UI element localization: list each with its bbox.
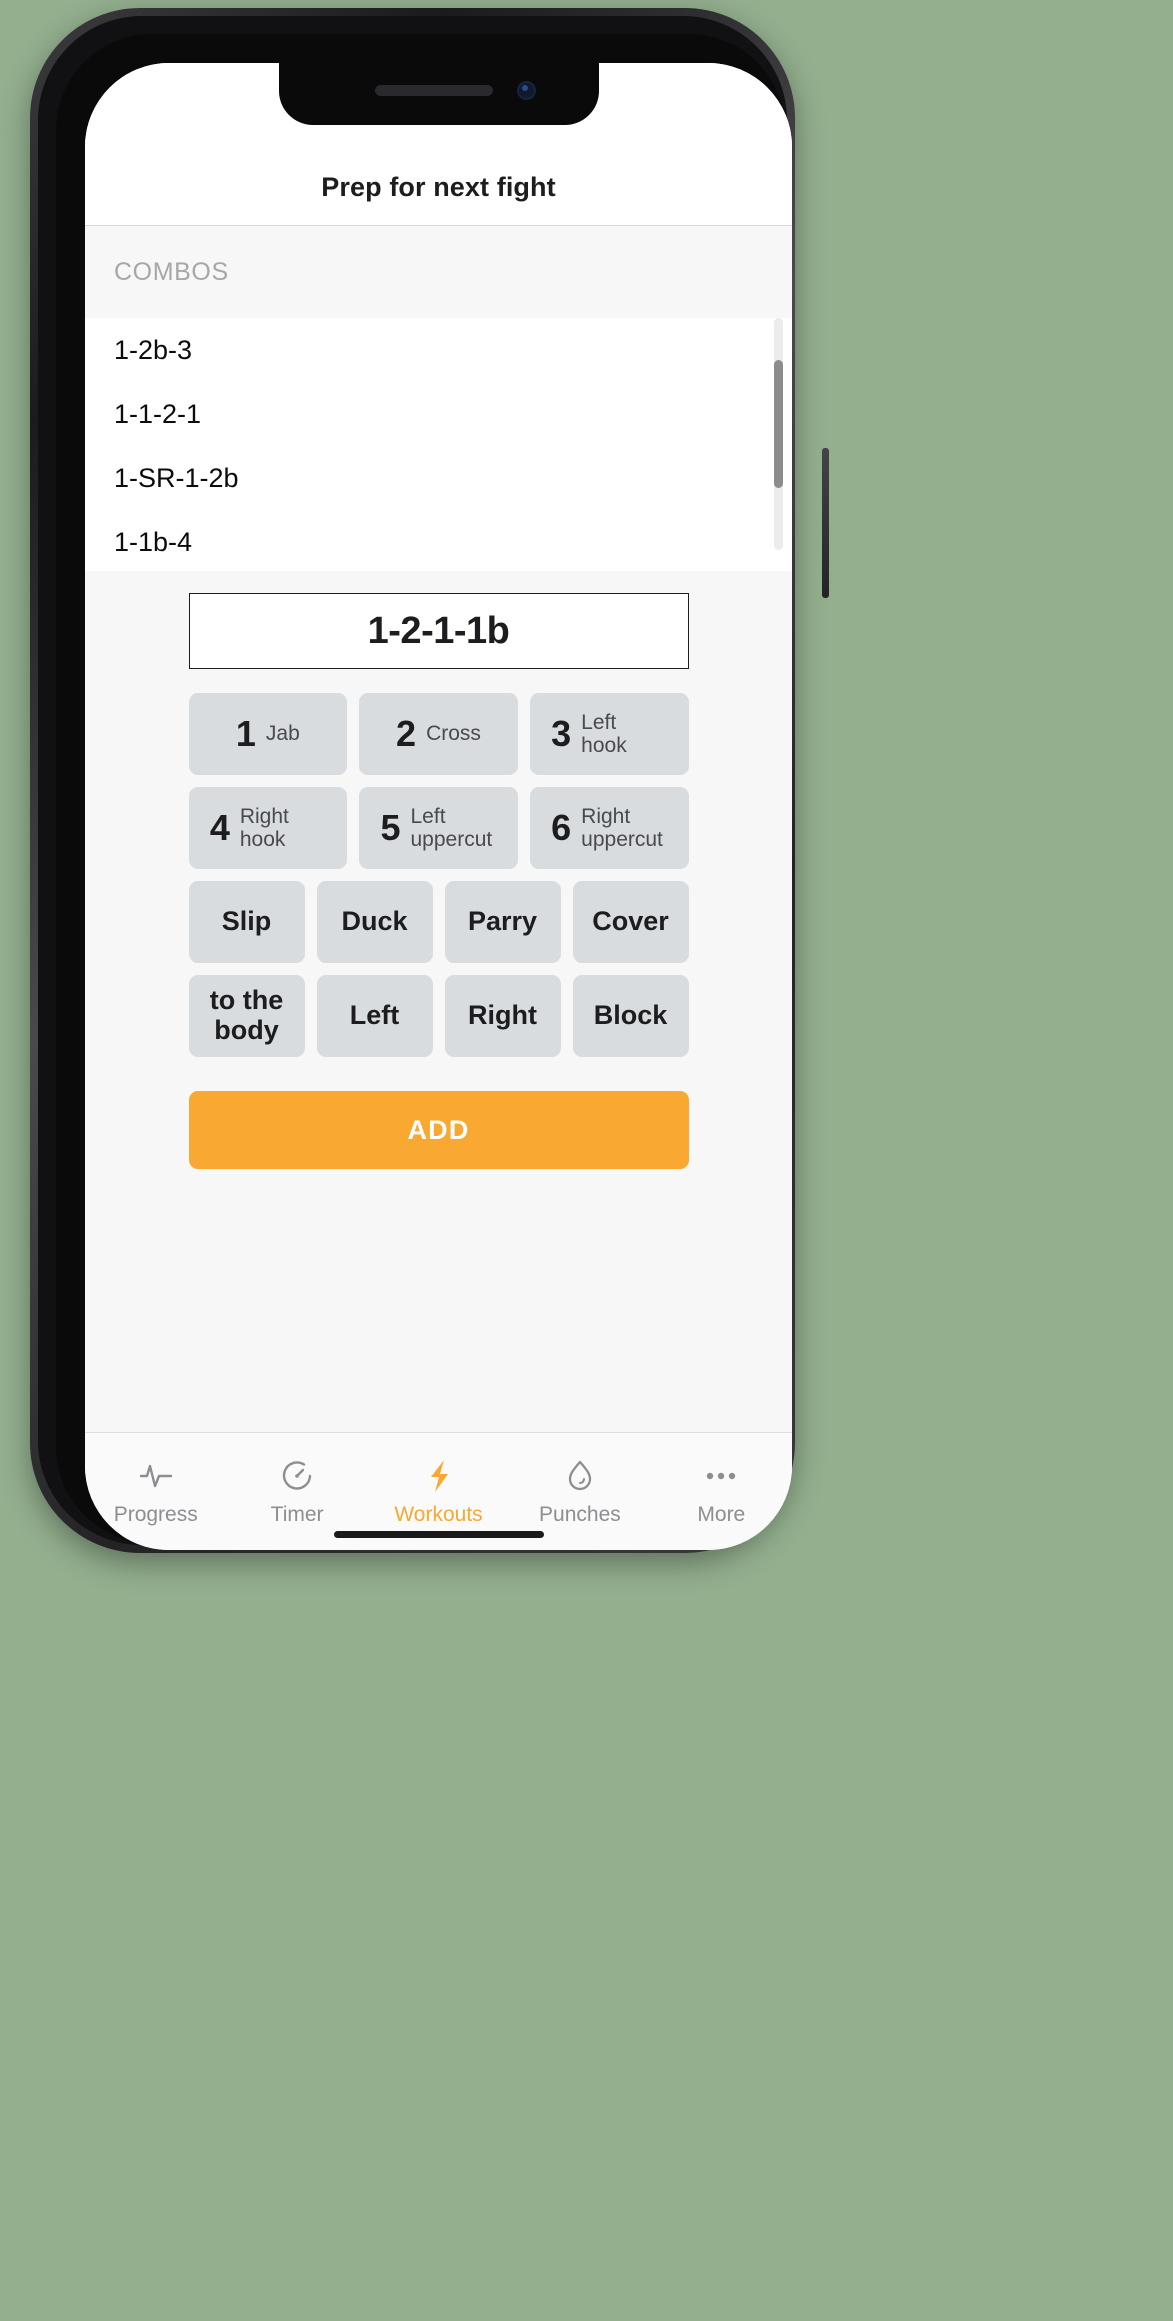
modifier-label: Block [593, 1000, 668, 1031]
bolt-icon [420, 1457, 458, 1495]
add-button[interactable]: ADD [188, 1091, 689, 1169]
modifier-label: Right [468, 1000, 537, 1031]
section-header-label: COMBOS [114, 257, 229, 286]
combo-list[interactable]: 1-2b-3 1-1-2-1 1-SR-1-2b 1-1b-4 [85, 318, 792, 571]
screenshot-root: Prep for next fight COMBOS 1-2b-3 1-1-2-… [0, 0, 1173, 2321]
timer-icon [278, 1457, 316, 1495]
list-item[interactable]: 1-2b-3 [85, 318, 792, 382]
defense-label: Slip [221, 906, 272, 937]
defense-pad-parry[interactable]: Parry [444, 881, 561, 963]
tab-label: Progress [113, 1502, 198, 1526]
punch-number: 2 [396, 713, 417, 754]
defense-label: Duck [341, 906, 408, 937]
combo-input-field[interactable]: 1-2-1-1b [188, 593, 689, 669]
modifier-pad-grid: to the body Left Right Block [188, 975, 689, 1057]
modifier-pad-block[interactable]: Block [572, 975, 689, 1057]
phone-bezel: Prep for next fight COMBOS 1-2b-3 1-1-2-… [56, 34, 792, 1550]
punch-pad-grid-row2: 4 Right hook 5 Left uppercut 6 Right upp… [188, 787, 689, 869]
home-indicator[interactable] [333, 1531, 544, 1538]
power-button[interactable] [822, 448, 829, 598]
punch-name: Cross [426, 722, 481, 746]
modifier-pad-to-the-body[interactable]: to the body [188, 975, 305, 1057]
combo-label: 1-2b-3 [114, 334, 193, 365]
combo-label: 1-SR-1-2b [114, 462, 239, 493]
punch-name: Right uppercut [581, 804, 663, 851]
list-item[interactable]: 1-1b-4 [85, 510, 792, 571]
add-button-label: ADD [407, 1114, 470, 1145]
pulse-icon [137, 1457, 175, 1495]
punch-name: Jab [265, 722, 300, 746]
phone-midframe: Prep for next fight COMBOS 1-2b-3 1-1-2-… [38, 16, 792, 1550]
punch-pad-3[interactable]: 3 Left hook [529, 693, 689, 775]
notch [278, 63, 599, 125]
modifier-label: Left [349, 1000, 400, 1031]
glove-icon [561, 1457, 599, 1495]
defense-pad-grid: Slip Duck Parry Cover [188, 881, 689, 963]
punch-number: 6 [551, 807, 572, 848]
modifier-pad-left[interactable]: Left [316, 975, 433, 1057]
punch-name: Left uppercut [410, 804, 493, 851]
defense-label: Cover [592, 906, 669, 937]
punch-name: Right hook [239, 804, 289, 851]
tab-label: Timer [270, 1502, 324, 1526]
front-camera-icon [516, 81, 536, 100]
tab-label: Workouts [394, 1502, 483, 1526]
punch-number: 5 [380, 807, 401, 848]
list-item[interactable]: 1-1-2-1 [85, 382, 792, 446]
defense-pad-cover[interactable]: Cover [572, 881, 689, 963]
punch-pad-grid-row1: 1 Jab 2 Cross 3 Left hook [188, 693, 689, 775]
modifier-label: to the body [209, 985, 284, 1045]
punch-pad-5[interactable]: 5 Left uppercut [359, 787, 518, 869]
defense-label: Parry [467, 906, 538, 937]
tab-progress[interactable]: Progress [85, 1433, 226, 1550]
page-title: Prep for next fight [321, 172, 556, 202]
modifier-pad-right[interactable]: Right [444, 975, 561, 1057]
defense-pad-duck[interactable]: Duck [316, 881, 433, 963]
scrollbar-thumb[interactable] [774, 360, 783, 488]
tab-label: More [697, 1502, 746, 1526]
phone-screen: Prep for next fight COMBOS 1-2b-3 1-1-2-… [85, 63, 792, 1550]
combo-input-value: 1-2-1-1b [367, 609, 510, 652]
earpiece-speaker [374, 85, 493, 96]
phone-frame: Prep for next fight COMBOS 1-2b-3 1-1-2-… [30, 8, 829, 1553]
combo-label: 1-1b-4 [114, 526, 193, 557]
punch-number: 3 [551, 713, 572, 754]
section-header-combos: COMBOS [85, 226, 792, 318]
defense-pad-slip[interactable]: Slip [188, 881, 305, 963]
ellipsis-icon [702, 1457, 740, 1495]
punch-number: 4 [209, 807, 230, 848]
tab-label: Punches [539, 1502, 621, 1526]
list-item[interactable]: 1-SR-1-2b [85, 446, 792, 510]
punch-number: 1 [235, 713, 256, 754]
punch-name: Left hook [581, 710, 627, 757]
app-container: Prep for next fight COMBOS 1-2b-3 1-1-2-… [85, 63, 792, 1550]
combo-builder: 1-2-1-1b 1 Jab 2 Cross 3 Left hook 4 Rig… [85, 571, 792, 1432]
tab-more[interactable]: More [651, 1433, 792, 1550]
combo-label: 1-1-2-1 [114, 398, 202, 429]
punch-pad-4[interactable]: 4 Right hook [188, 787, 348, 869]
punch-pad-1[interactable]: 1 Jab [188, 693, 348, 775]
punch-pad-2[interactable]: 2 Cross [359, 693, 518, 775]
punch-pad-6[interactable]: 6 Right uppercut [529, 787, 689, 869]
